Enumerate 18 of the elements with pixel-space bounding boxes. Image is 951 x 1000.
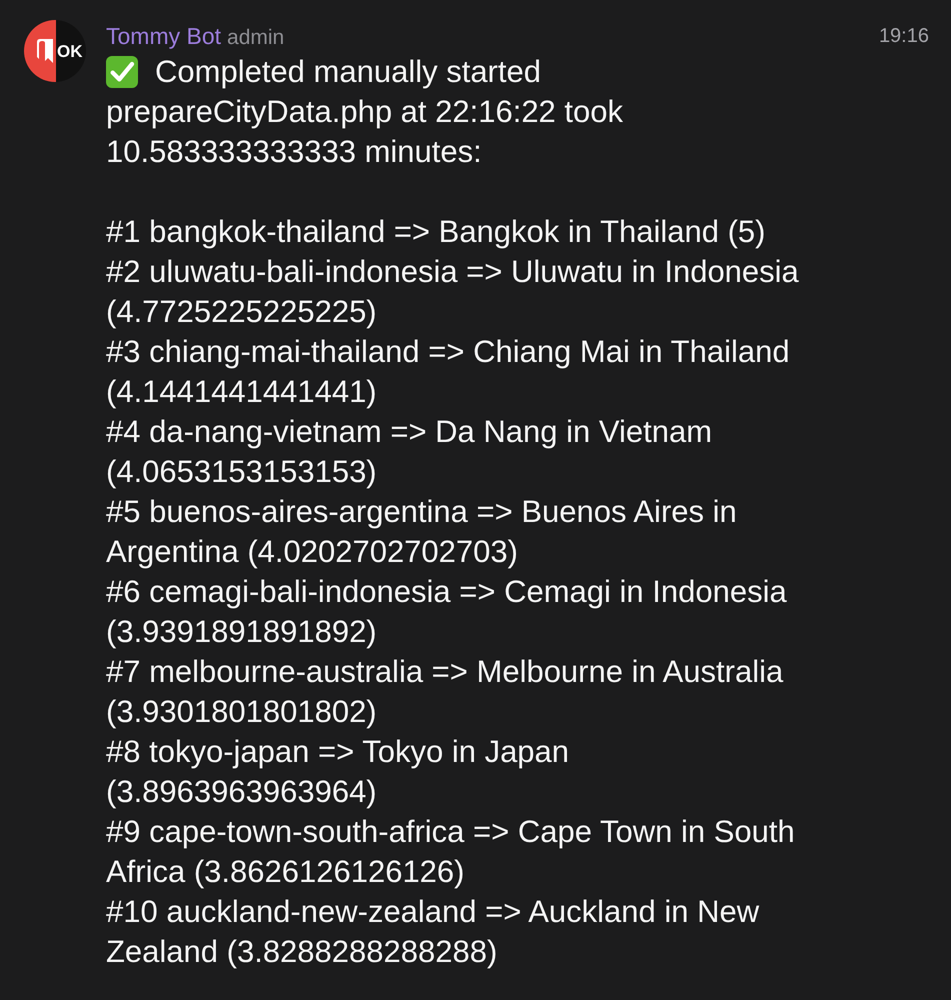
ranking-entry: #10 auckland-new-zealand => Auckland in New Zealand (3.8288288288288) xyxy=(106,893,760,971)
message-time: 19:16 xyxy=(878,26,929,46)
message-header-text: prepareCityData.php at 22:16:22 took 10.583333333333 minutes: xyxy=(106,93,624,171)
sender-role: admin xyxy=(227,26,284,48)
check-mark-icon xyxy=(106,56,138,88)
ranking-entry: #5 buenos-aires-argentina => Buenos Aires in Argentina (4.0202702702703) xyxy=(106,493,738,571)
message-header-text: Completed manually started xyxy=(155,53,541,91)
ranking-entry: #3 chiang-mai-thailand => Chiang Mai in Thailand (4.1441441441441) xyxy=(106,333,791,411)
ranking-entry: #8 tokyo-japan => Tokyo in Japan (3.8963963963964) xyxy=(106,733,570,811)
bookmark-logo-icon xyxy=(37,39,53,63)
ranking-entry: #6 cemagi-bali-indonesia => Cemagi in Indonesia (3.9391891891892) xyxy=(106,573,788,651)
ranking-entry: #2 uluwatu-bali-indonesia => Uluwatu in Indonesia (4.7725225225225) xyxy=(106,253,800,331)
avatar-text: OK xyxy=(57,42,82,60)
sender-name[interactable]: Tommy Bot xyxy=(106,24,222,48)
ranking-entry: #9 cape-town-south-africa => Cape Town in South Africa (3.8626126126126) xyxy=(106,813,796,891)
ranking-entry: #1 bangkok-thailand => Bangkok in Thailand (5) xyxy=(106,213,766,251)
ranking-entry: #7 melbourne-australia => Melbourne in Australia (3.9301801801802) xyxy=(106,653,784,731)
ranking-entry: #4 da-nang-vietnam => Da Nang in Vietnam (4.0653153153153) xyxy=(106,413,714,491)
